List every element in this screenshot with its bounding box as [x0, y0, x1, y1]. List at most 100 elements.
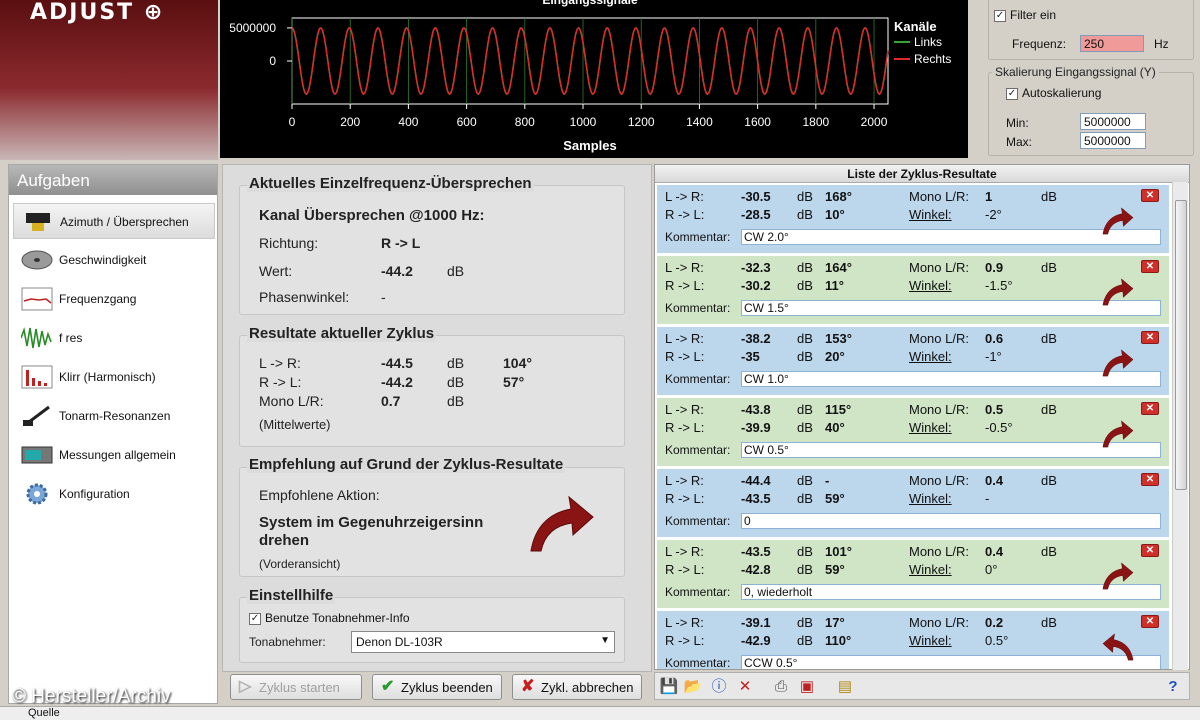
lr-value: -32.3 — [741, 260, 771, 275]
rl-angle: 110° — [825, 633, 852, 648]
sidebar-item-7[interactable]: Konfiguration — [13, 476, 215, 512]
filter-enable-checkbox-row[interactable]: ✓ Filter ein — [994, 8, 1056, 22]
angle-label[interactable]: Winkel: — [909, 633, 952, 648]
comment-field[interactable]: CW 1.5° — [741, 300, 1161, 316]
lr-label: L -> R: — [665, 402, 704, 417]
autoscale-checkbox[interactable]: ✓ — [1006, 87, 1018, 100]
max-input[interactable]: 5000000 — [1080, 132, 1146, 149]
angle-label[interactable]: Winkel: — [909, 420, 952, 435]
counterclockwise-arrow-icon — [530, 495, 594, 552]
comment-field[interactable]: CW 0.5° — [741, 442, 1161, 458]
mono-unit: dB — [1041, 615, 1057, 630]
delete-entry-icon[interactable]: ✕ — [1141, 402, 1159, 415]
min-input[interactable]: 5000000 — [1080, 113, 1146, 130]
sidebar-item-6[interactable]: Messungen allgemein — [13, 437, 215, 473]
end-cycle-button[interactable]: ✔ Zyklus beenden — [372, 674, 502, 700]
folder-open-icon[interactable]: 📂 — [683, 677, 703, 697]
help-icon[interactable]: ? — [1163, 677, 1183, 697]
rl-angle: 20° — [825, 349, 845, 364]
start-cycle-button[interactable]: ▷ Zyklus starten — [230, 674, 362, 700]
rl-label: R -> L: — [665, 420, 705, 435]
frequency-input[interactable]: 250 — [1080, 35, 1144, 52]
rl-label: R -> L: — [665, 207, 705, 222]
angle-label[interactable]: Winkel: — [909, 207, 952, 222]
abort-cycle-button[interactable]: ✘ Zykl. abbrechen — [512, 674, 642, 700]
play-icon: ▷ — [239, 678, 252, 695]
cycle-row-unit: dB — [447, 393, 465, 409]
lr-label: L -> R: — [665, 615, 704, 630]
cartridge-select[interactable]: Denon DL-103R ▼ — [351, 631, 615, 653]
sidebar-item-4[interactable]: Klirr (Harmonisch) — [13, 359, 215, 395]
result-card[interactable]: L -> R: -32.3 dB 164° Mono L/R: 0.9 dB R -> L: -… — [657, 256, 1169, 324]
cycle-row-angle: 57° — [503, 374, 525, 390]
x-axis-label: Samples — [563, 138, 616, 153]
turntable-icon — [21, 248, 53, 272]
filter-enable-checkbox[interactable]: ✓ — [994, 9, 1006, 22]
sidebar-item-3[interactable]: f res — [13, 320, 215, 356]
measurement-device-icon — [21, 443, 53, 467]
delete-entry-icon[interactable]: ✕ — [1141, 331, 1159, 344]
export-icon[interactable]: ▤ — [835, 677, 855, 697]
angle-label[interactable]: Winkel: — [909, 562, 952, 577]
scrollbar-thumb[interactable] — [1175, 200, 1187, 490]
sidebar-item-1[interactable]: Geschwindigkeit — [13, 242, 215, 278]
comment-field[interactable]: CW 1.0° — [741, 371, 1161, 387]
mono-unit: dB — [1041, 331, 1057, 346]
delete-entry-icon[interactable]: ✕ — [1141, 544, 1159, 557]
comment-field[interactable]: CCW 0.5° — [741, 655, 1161, 669]
lr-value: -43.8 — [741, 402, 771, 417]
use-cartridge-checkbox-row[interactable]: ✓ Benutze Tonabnehmer-Info — [249, 611, 410, 625]
autoscale-checkbox-row[interactable]: ✓ Autoskalierung — [1006, 86, 1101, 100]
comment-field[interactable]: 0, wiederholt — [741, 584, 1161, 600]
rl-unit: dB — [797, 420, 813, 435]
mono-value: 0.4 — [985, 544, 1004, 559]
result-card[interactable]: L -> R: -30.5 dB 168° Mono L/R: 1 dB R -> L: -28… — [657, 185, 1169, 253]
recommend-note: (Vorderansicht) — [259, 557, 341, 571]
angle-label[interactable]: Winkel: — [909, 349, 952, 364]
save-icon[interactable]: 💾 — [659, 677, 679, 697]
pdf-export-icon[interactable]: ▣ — [797, 677, 817, 697]
waveform-icon — [20, 326, 53, 350]
result-card[interactable]: L -> R: -44.4 dB - Mono L/R: 0.4 dB R -> L: -43.… — [657, 469, 1169, 537]
sidebar-title: Aufgaben — [9, 165, 217, 195]
cartridge-label: Tonabnehmer: — [249, 635, 326, 649]
sidebar-item-2[interactable]: Frequenzgang — [13, 281, 215, 317]
cycle-results-title: Resultate aktueller Zyklus — [247, 325, 437, 342]
use-cartridge-checkbox[interactable]: ✓ — [249, 612, 261, 625]
settings-panel: ✓ Filter ein Frequenz: 250 Hz Skalierung … — [970, 0, 1200, 160]
lr-label: L -> R: — [665, 260, 704, 275]
delete-entry-icon[interactable]: ✕ — [1141, 615, 1159, 628]
print-icon[interactable]: ⎙ — [771, 677, 791, 697]
mono-unit: dB — [1041, 473, 1057, 488]
end-cycle-label: Zyklus beenden — [401, 680, 493, 695]
rl-unit: dB — [797, 278, 813, 293]
rl-unit: dB — [797, 562, 813, 577]
info-icon[interactable]: ⓘ — [709, 677, 729, 697]
result-card[interactable]: L -> R: -38.2 dB 153° Mono L/R: 0.6 dB R -> L: -… — [657, 327, 1169, 395]
value-unit: dB — [447, 263, 465, 279]
lr-unit: dB — [797, 544, 813, 559]
result-card[interactable]: L -> R: -43.8 dB 115° Mono L/R: 0.5 dB R -> L: -… — [657, 398, 1169, 466]
rl-angle: 40° — [825, 420, 845, 435]
sidebar-item-5[interactable]: Tonarm-Resonanzen — [13, 398, 215, 434]
delete-entry-icon[interactable]: ✕ — [1141, 260, 1159, 273]
recommend-line2: drehen — [259, 532, 310, 549]
rl-value: -43.5 — [741, 491, 771, 506]
sidebar-item-0[interactable]: Azimuth / Übersprechen — [13, 203, 215, 239]
angle-label[interactable]: Winkel: — [909, 278, 952, 293]
recommendation-title: Empfehlung auf Grund der Zyklus-Resultat… — [247, 456, 566, 473]
result-card[interactable]: L -> R: -43.5 dB 101° Mono L/R: 0.4 dB R -> L: -… — [657, 540, 1169, 608]
mono-value: 1 — [985, 189, 993, 204]
delete-entry-icon[interactable]: ✕ — [1141, 473, 1159, 486]
comment-field[interactable]: 0 — [741, 513, 1161, 529]
angle-value: -1.5° — [985, 278, 1013, 293]
mono-value: 0.4 — [985, 473, 1004, 488]
result-card[interactable]: L -> R: -39.1 dB 17° Mono L/R: 0.2 dB R -> L: -4… — [657, 611, 1169, 669]
list-scrollbar[interactable] — [1172, 182, 1188, 670]
delete-icon[interactable]: ✕ — [735, 677, 755, 697]
rl-angle: 59° — [825, 562, 845, 577]
comment-field[interactable]: CW 2.0° — [741, 229, 1161, 245]
angle-label[interactable]: Winkel: — [909, 491, 952, 506]
delete-entry-icon[interactable]: ✕ — [1141, 189, 1159, 202]
autoscale-label: Autoskalierung — [1022, 86, 1102, 100]
